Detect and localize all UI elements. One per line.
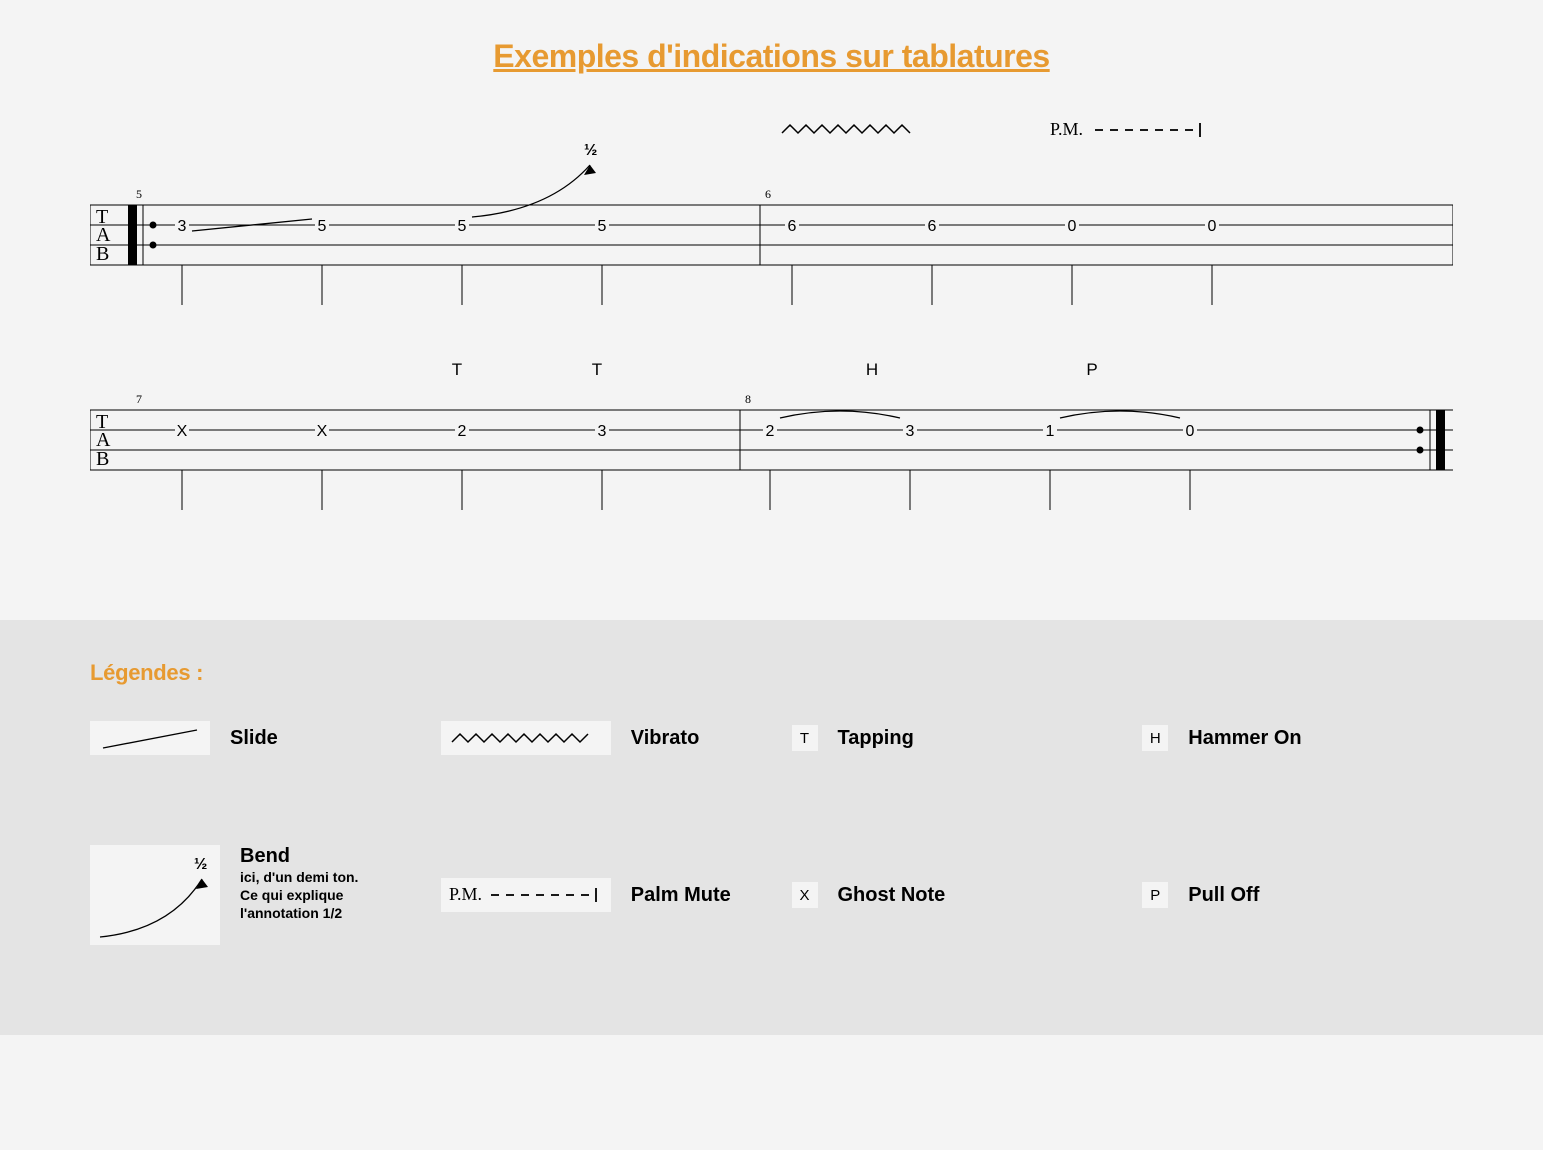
tab-row-2: T T H P T A B 7 8 [90,360,1453,570]
bar7-note-4: 3 [598,423,607,440]
bend-fraction: ½ [584,142,597,159]
bend-sub3: l'annotation 1/2 [240,904,358,922]
tab-row-1: T A B 5 6 3 5 5 5 [90,115,1453,345]
legend-section: Légendes : Slide Vibrato T Tapping [0,620,1543,1035]
bar7-note-2: X [317,423,328,440]
legend-hammer: H Hammer On [1142,721,1453,755]
bar-number-7: 7 [136,392,142,406]
palm-label: Palm Mute [631,884,731,907]
anno-t2: T [592,360,602,379]
bar8-note-2: 3 [906,423,915,440]
bend-text-block: Bend ici, d'un demi ton. Ce qui explique… [240,845,358,923]
bar5-note-4: 5 [598,218,607,235]
hammer-label: Hammer On [1188,727,1301,750]
legend-bend: ½ Bend ici, d'un demi ton. Ce qui expliq… [90,845,401,945]
legend-heading: Légendes : [90,660,1453,686]
tablature-area: T A B 5 6 3 5 5 5 [0,115,1543,620]
svg-text:P.M.: P.M. [449,884,482,904]
palm-icon: P.M. [441,878,611,912]
bar5-note-3: 5 [458,218,467,235]
tab2-letter-b: B [96,448,109,470]
vibrato-label: Vibrato [631,727,700,750]
tapping-label: Tapping [838,727,914,750]
legend-tapping: T Tapping [792,721,1103,755]
bend-label: Bend [240,845,358,868]
pull-badge: P [1142,882,1168,908]
bend-icon: ½ [90,845,220,945]
ghost-badge: X [792,882,818,908]
slur-pull [1060,411,1180,418]
hammer-badge: H [1142,725,1168,751]
bar8-note-4: 0 [1186,423,1195,440]
legend-pull: P Pull Off [1142,845,1453,945]
bar-number-6: 6 [765,187,771,201]
bar6-note-3: 0 [1068,218,1077,235]
vibrato-squiggle [782,125,910,133]
slide-icon [90,721,210,755]
legend-vibrato: Vibrato [441,721,752,755]
page-root: Exemples d'indications sur tablatures T … [0,0,1543,1035]
slide-label: Slide [230,727,278,750]
tab-letter-b: B [96,243,109,265]
bar6-note-4: 0 [1208,218,1217,235]
pm-label: P.M. [1050,119,1083,139]
tapping-badge: T [792,725,818,751]
anno-h: H [866,360,878,379]
bar8-note-1: 2 [766,423,775,440]
svg-text:½: ½ [194,856,207,873]
bar-number-5: 5 [136,187,142,201]
slur-hammer [780,411,900,418]
pm-dashes [1095,123,1200,137]
legend-grid: Slide Vibrato T Tapping H Hammer On [90,721,1453,945]
bar6-note-1: 6 [788,218,797,235]
legend-ghost: X Ghost Note [792,845,1103,945]
pull-label: Pull Off [1188,884,1259,907]
ghost-label: Ghost Note [838,884,946,907]
legend-slide: Slide [90,721,401,755]
anno-t1: T [452,360,462,379]
bar8-note-3: 1 [1046,423,1055,440]
page-title: Exemples d'indications sur tablatures [0,38,1543,75]
bar-number-8: 8 [745,392,751,406]
bar7-note-1: X [177,423,188,440]
bar5-note-1: 3 [178,218,187,235]
bar5-note-2: 5 [318,218,327,235]
bend-sub2: Ce qui explique [240,886,358,904]
vibrato-icon [441,721,611,755]
bend-sub1: ici, d'un demi ton. [240,868,358,886]
anno-p: P [1086,360,1097,379]
bar7-note-3: 2 [458,423,467,440]
bar6-note-2: 6 [928,218,937,235]
bend-curve [472,165,590,217]
legend-palm: P.M. Palm Mute [441,845,752,945]
